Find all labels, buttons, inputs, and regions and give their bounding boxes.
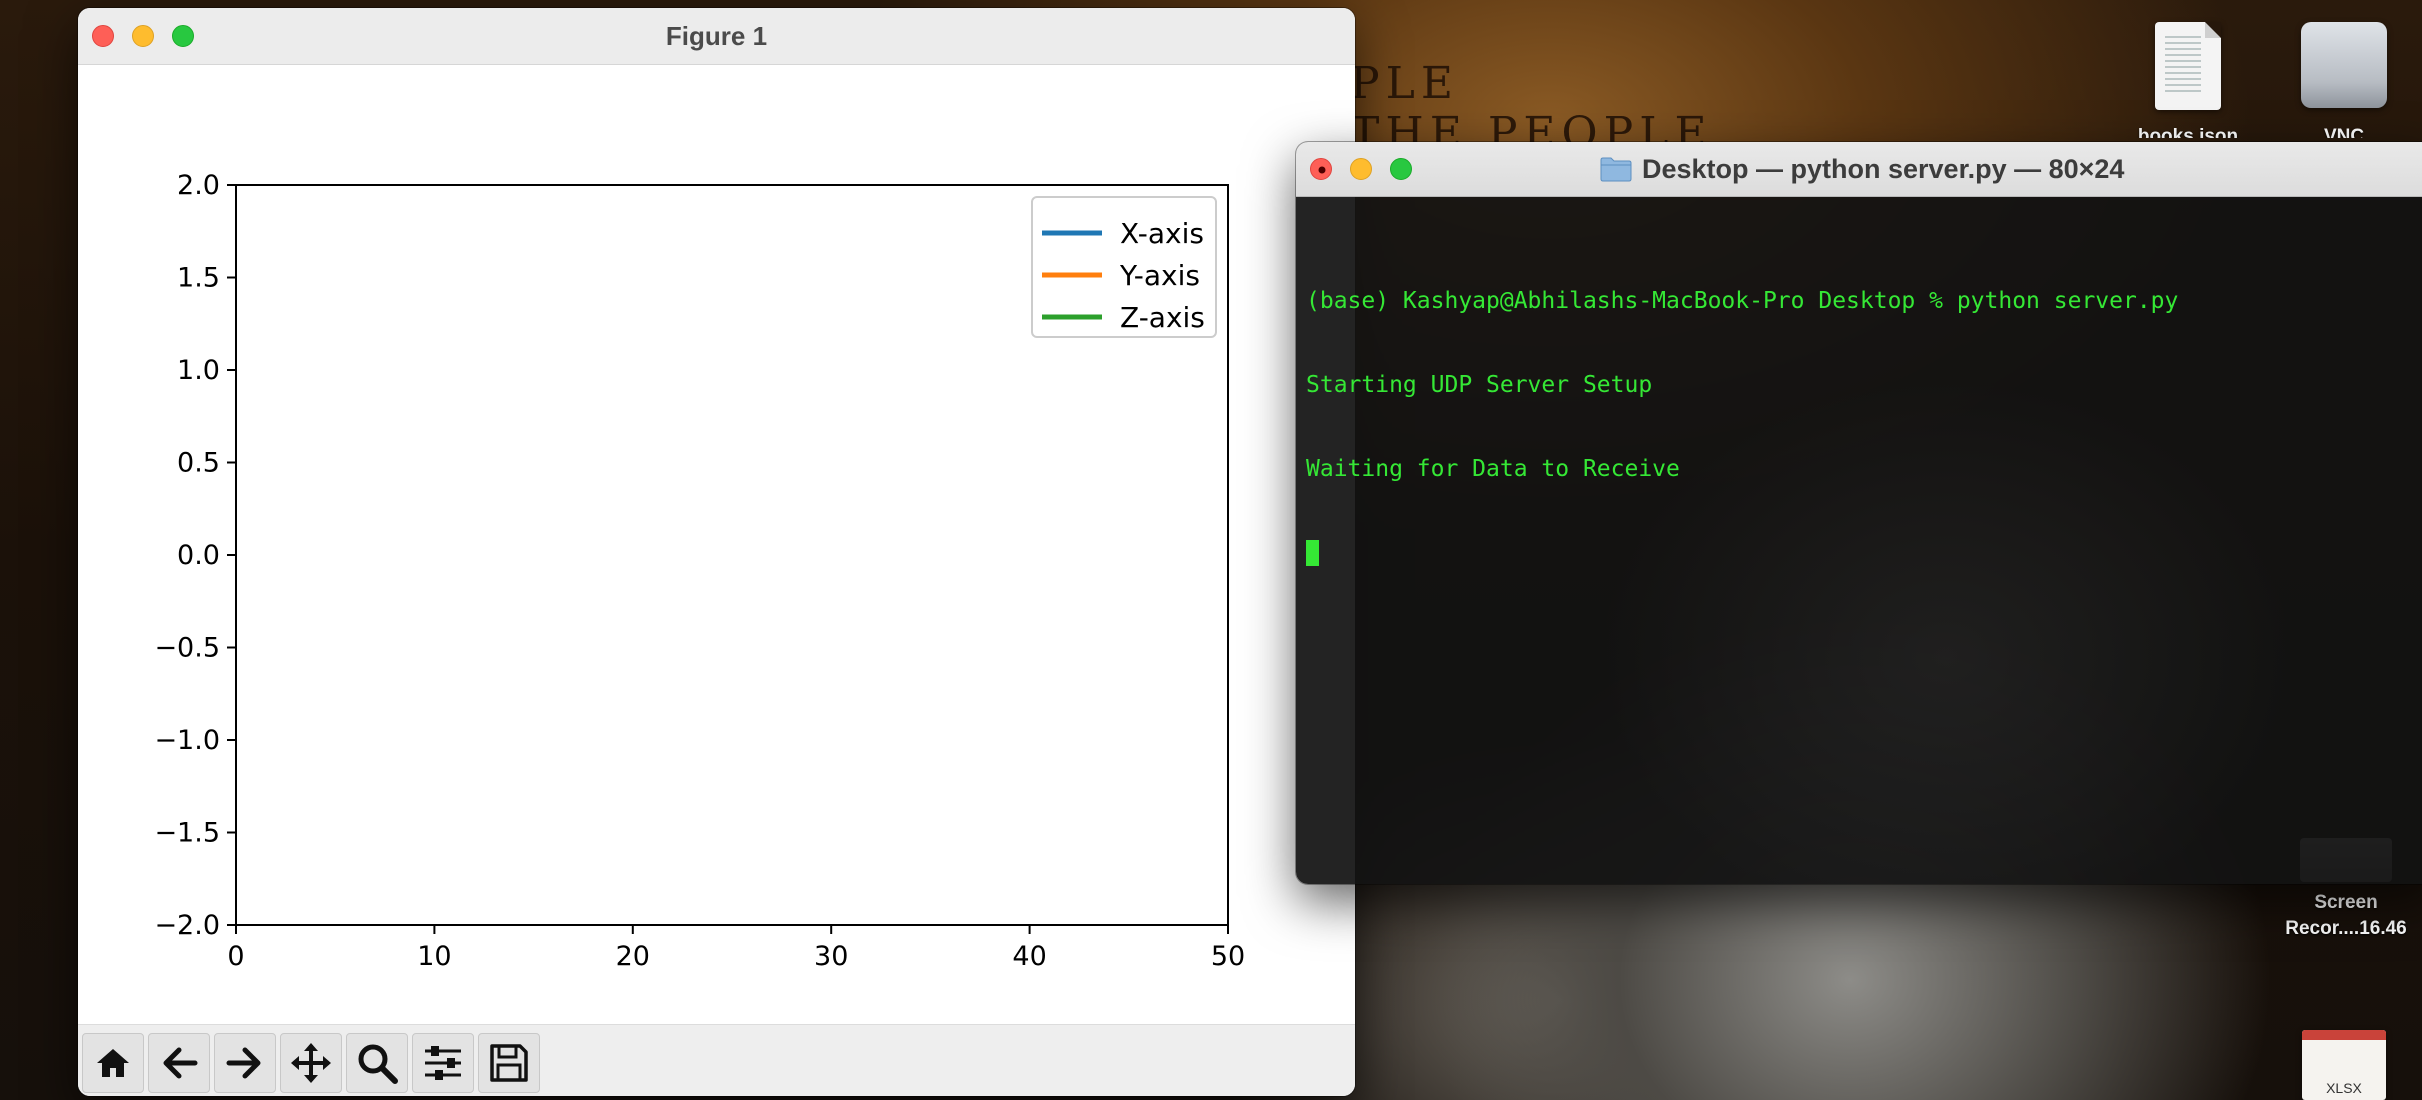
pan-button[interactable] [280,1033,342,1093]
figure-window[interactable]: Figure 1 2.0 1.5 1.0 0.5 0.0 −0.5 −1.0 −1.5 −2.0… [78,8,1355,1096]
x-tick-label: 0 [227,941,244,972]
x-tick-label: 40 [1012,941,1046,972]
close-button[interactable] [1310,158,1332,180]
save-button[interactable] [478,1033,540,1093]
desktop-icon-vnc[interactable]: VNC [2284,22,2404,138]
home-icon [97,1049,129,1077]
terminal-line: Waiting for Data to Receive [1306,456,1680,482]
minimize-button[interactable] [1350,158,1372,180]
desktop-icon-label: VNC [2323,126,2365,138]
x-tick-label: 20 [616,941,650,972]
floppy-disk-icon [490,1044,528,1082]
xlsx-file-icon: XLSX [2302,1030,2386,1100]
home-button[interactable] [82,1033,144,1093]
y-axis: 2.0 1.5 1.0 0.5 0.0 −0.5 −1.0 −1.5 −2.0 [154,170,236,941]
desktop-icon-label: Recor....16.46 [2285,918,2407,939]
drive-icon [2301,22,2387,108]
search-icon [358,1044,398,1084]
xlsx-file-tag: XLSX [2326,1080,2362,1096]
arrow-left-icon [163,1047,198,1079]
x-axis: 0 10 20 30 40 50 [227,925,1245,972]
folder-icon [1600,157,1632,182]
window-controls [1310,142,1412,196]
legend-label: X-axis [1120,217,1204,250]
figure-titlebar[interactable]: Figure 1 [78,8,1355,65]
x-tick-label: 10 [417,941,451,972]
window-title: Figure 1 [665,21,768,51]
arrow-right-icon [226,1047,261,1079]
x-tick-label: 30 [814,941,848,972]
y-tick-label: −0.5 [154,633,220,664]
back-button[interactable] [148,1033,210,1093]
configure-subplots-button[interactable] [412,1033,474,1093]
desktop-icon-label: Screen [2314,892,2378,913]
forward-button[interactable] [214,1033,276,1093]
desktop-icon-books-json[interactable]: books.json [2128,22,2248,138]
y-tick-label: 0.0 [177,540,220,571]
legend-label: Y-axis [1119,259,1200,292]
terminal-title-group: Desktop — python server.py — 80×24 [1600,142,2124,196]
desktop-icon-label: books.json [2137,126,2239,138]
terminal-line: Starting UDP Server Setup [1306,372,1653,398]
zoom-button[interactable] [346,1033,408,1093]
plot-canvas[interactable]: 2.0 1.5 1.0 0.5 0.0 −0.5 −1.0 −1.5 −2.0 0 10 20 30 4… [78,65,1355,1031]
terminal-output[interactable]: (base) Kashyap@Abhilashs-MacBook-Pro Des… [1296,197,2422,884]
terminal-titlebar[interactable]: Desktop — python server.py — 80×24 [1296,142,2422,197]
json-file-icon [2155,22,2221,110]
window-title: Desktop — python server.py — 80×24 [1642,153,2125,184]
x-tick-label: 50 [1211,941,1245,972]
legend: X-axis Y-axis Z-axis [1031,196,1217,338]
terminal-line: (base) Kashyap@Abhilashs-MacBook-Pro Des… [1306,288,2179,314]
maximize-button[interactable] [1390,158,1412,180]
close-dot-icon [1318,166,1326,174]
wallpaper-text: PLE [1350,58,1459,109]
sliders-icon [425,1046,461,1080]
move-icon [291,1043,331,1083]
y-tick-label: −2.0 [154,910,220,941]
desktop: PLE THE PEOPLE books.json VNC Screen Rec… [0,0,2422,1100]
y-tick-label: 1.0 [177,355,220,386]
plot-svg[interactable]: 2.0 1.5 1.0 0.5 0.0 −0.5 −1.0 −1.5 −2.0 0 10 20 30 4… [78,65,1355,1031]
terminal-window[interactable]: Desktop — python server.py — 80×24 (base… [1296,142,2422,884]
legend-label: Z-axis [1120,301,1205,334]
y-tick-label: 1.5 [177,263,220,294]
figure-toolbar [78,1024,1355,1096]
y-tick-label: 0.5 [177,448,220,479]
y-tick-label: 2.0 [177,170,220,201]
terminal-cursor [1306,540,1319,566]
y-tick-label: −1.5 [154,818,220,849]
desktop-icon-xlsx[interactable]: XLSX [2284,1030,2404,1100]
y-tick-label: −1.0 [154,725,220,756]
